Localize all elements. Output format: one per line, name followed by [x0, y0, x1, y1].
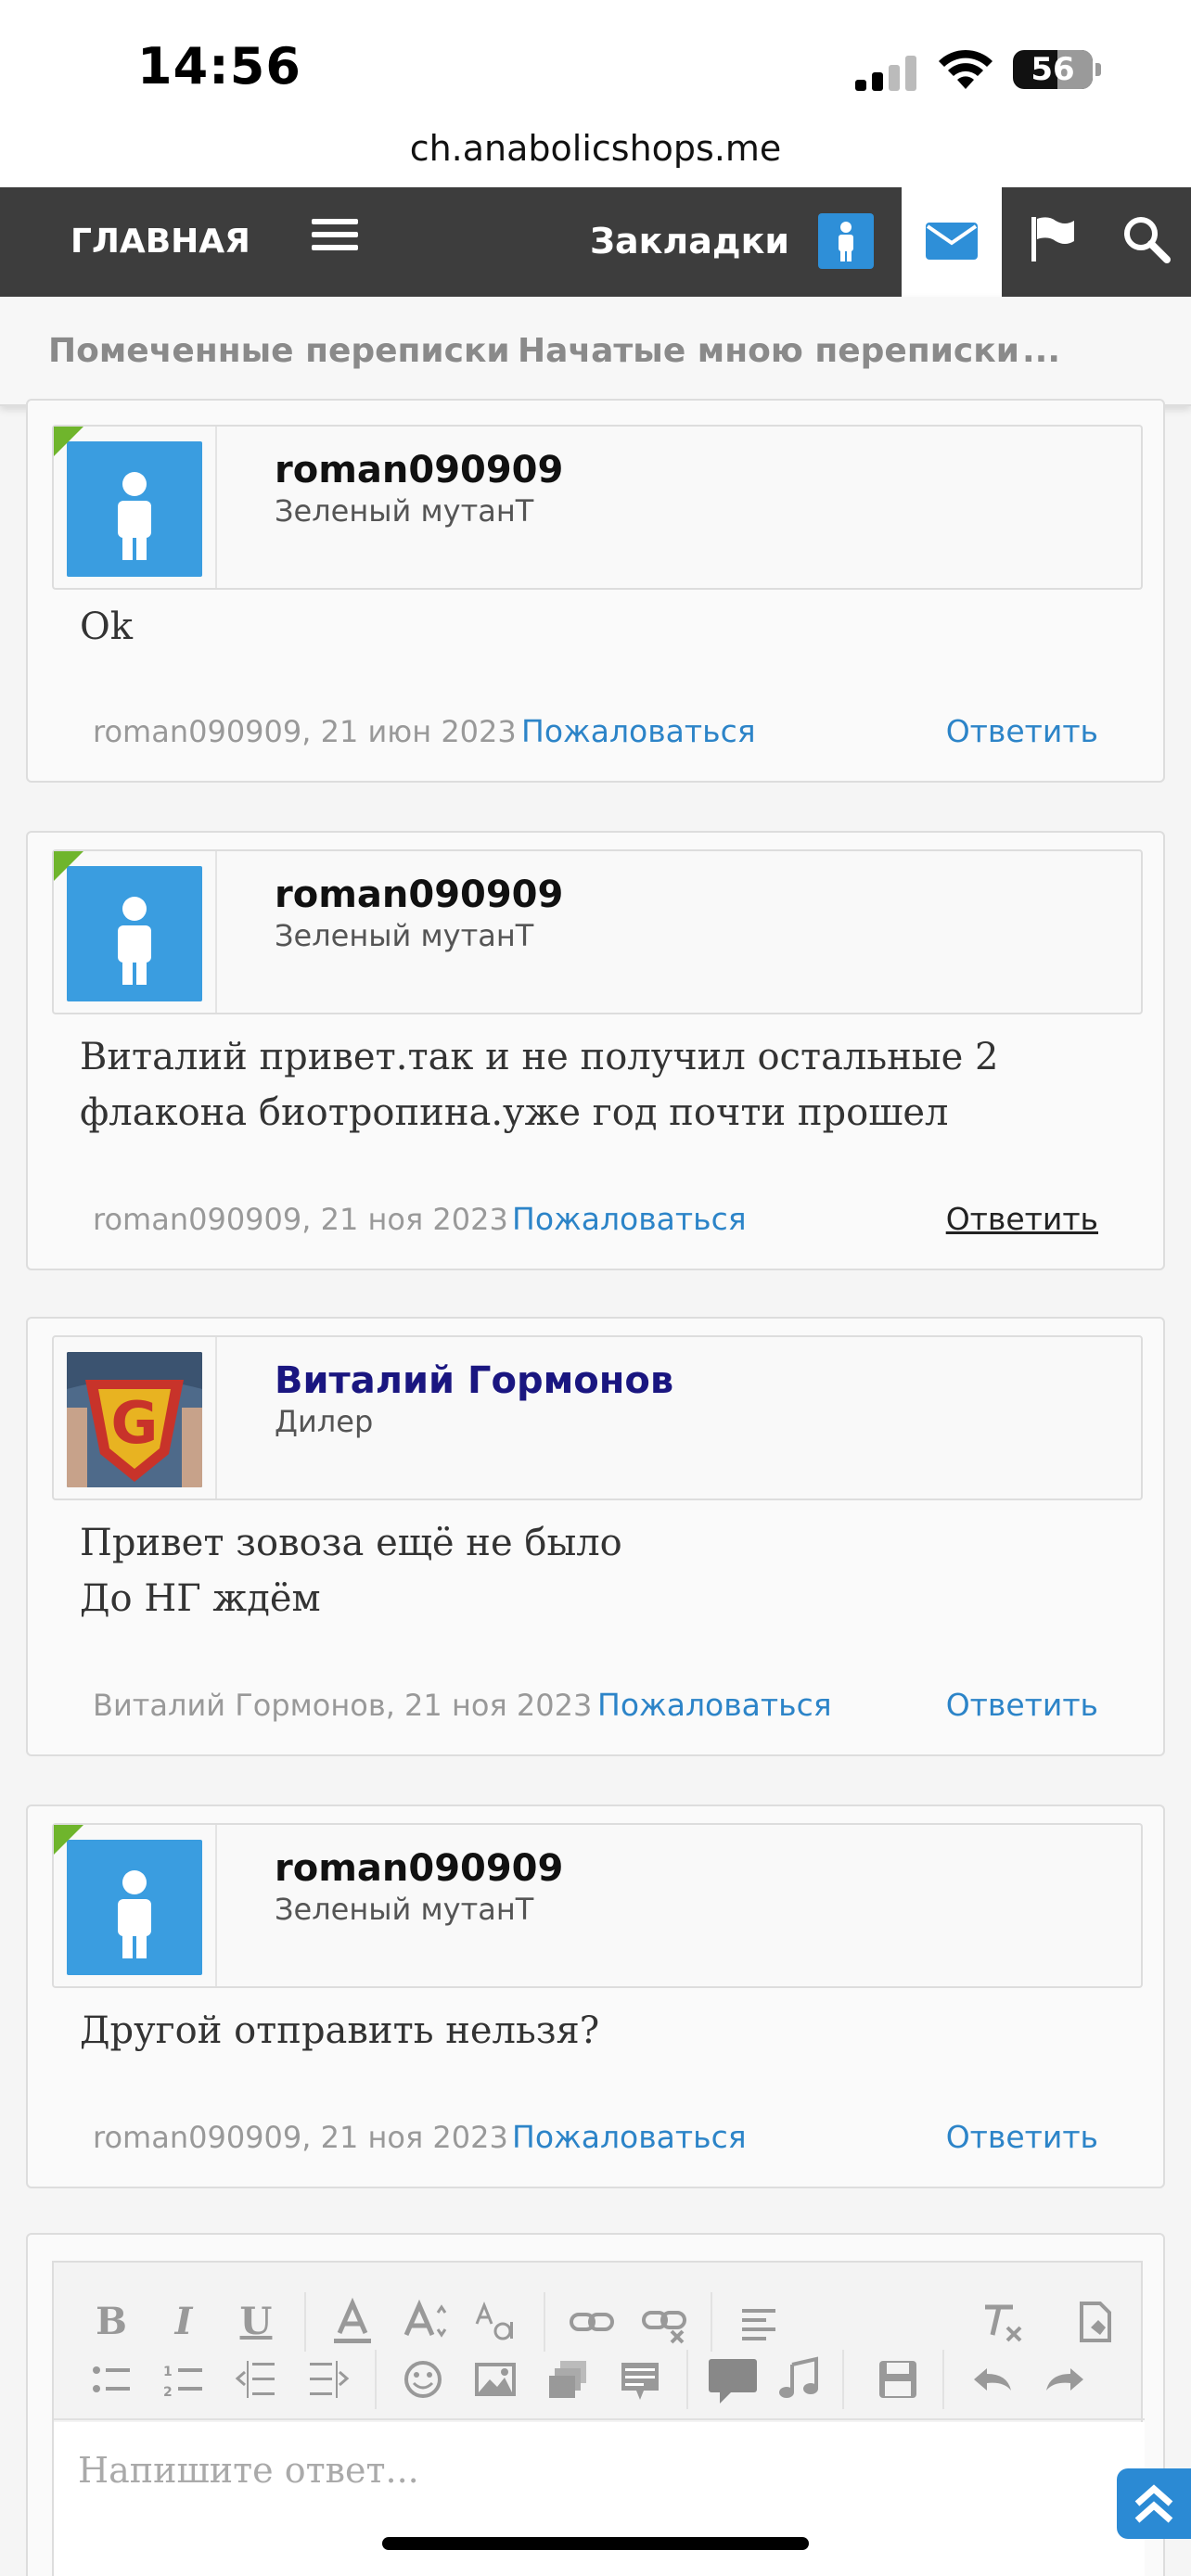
- scroll-to-top-button[interactable]: [1117, 2468, 1191, 2539]
- font-color-icon[interactable]: [323, 2292, 382, 2352]
- message-text: Ok: [80, 606, 134, 648]
- smilie-icon[interactable]: [393, 2350, 453, 2409]
- message-text: Виталий привет.так и не получил остальны…: [80, 1036, 999, 1134]
- message-meta[interactable]: roman090909, 21 ноя 2023: [93, 1202, 508, 1237]
- avatar[interactable]: [67, 866, 202, 1001]
- reply-textarea[interactable]: Напишите ответ...: [54, 2422, 1145, 2576]
- svg-text:G: G: [111, 1389, 159, 1457]
- indent-icon[interactable]: [299, 2350, 358, 2409]
- nav-home-link[interactable]: ГЛАВНАЯ: [70, 223, 250, 261]
- editor-frame: B I U 12 Напишите ответ...: [52, 2261, 1145, 2576]
- top-nav: ГЛАВНАЯ Закладки: [0, 187, 1191, 297]
- message-meta[interactable]: roman090909, 21 ноя 2023: [93, 2120, 508, 2155]
- flag-icon[interactable]: [1028, 215, 1076, 263]
- report-link[interactable]: Пожаловаться: [521, 713, 756, 749]
- user-title: Зеленый мутанТ: [275, 918, 534, 953]
- report-link[interactable]: Пожаловаться: [597, 1687, 832, 1723]
- username[interactable]: roman090909: [275, 1847, 563, 1890]
- media-icon[interactable]: [538, 2350, 597, 2409]
- message-meta[interactable]: Виталий Гормонов, 21 ноя 2023: [93, 1688, 592, 1723]
- message-meta[interactable]: roman090909, 21 июн 2023: [93, 714, 517, 749]
- font-family-icon[interactable]: [467, 2292, 527, 2352]
- message: roman090909 Зеленый мутанТ Виталий приве…: [26, 831, 1165, 1270]
- message-text: Привет зовоза ещё не было До НГ ждём: [80, 1522, 622, 1620]
- message: G Виталий Гормонов Дилер Привет зовоза е…: [26, 1317, 1165, 1756]
- outdent-icon[interactable]: [226, 2350, 286, 2409]
- speech-bubble-icon[interactable]: [703, 2350, 762, 2409]
- svg-text:2: 2: [163, 2385, 173, 2400]
- subnav-starred[interactable]: Помеченные переписки: [48, 332, 510, 370]
- status-time: 14:56: [137, 37, 301, 96]
- message-text: Другой отправить нельзя?: [80, 2009, 600, 2052]
- message-author-block: roman090909 Зеленый мутанТ: [52, 425, 1143, 590]
- online-indicator: [54, 1825, 83, 1855]
- battery-icon: 56: [1013, 50, 1093, 89]
- avatar[interactable]: [67, 1840, 202, 1975]
- conversations-subnav: Помеченные переписки Начатые мною перепи…: [0, 297, 1191, 406]
- link-icon[interactable]: [562, 2292, 621, 2352]
- underline-button[interactable]: U: [226, 2292, 286, 2352]
- online-indicator: [54, 427, 83, 456]
- user-title: Зеленый мутанТ: [275, 1892, 534, 1927]
- username[interactable]: roman090909: [275, 449, 563, 491]
- message: roman090909 Зеленый мутанТ Другой отправ…: [26, 1804, 1165, 2188]
- cellular-signal-icon: [855, 56, 916, 91]
- bullet-list-icon[interactable]: [82, 2350, 141, 2409]
- save-draft-icon[interactable]: [868, 2350, 928, 2409]
- image-icon[interactable]: [466, 2350, 525, 2409]
- double-chevron-up-icon: [1134, 2484, 1173, 2523]
- search-icon[interactable]: [1121, 213, 1172, 265]
- report-link[interactable]: Пожаловаться: [512, 2119, 747, 2155]
- user-title: Дилер: [275, 1404, 374, 1439]
- report-link[interactable]: Пожаловаться: [512, 1201, 747, 1237]
- reply-link[interactable]: Ответить: [946, 2119, 1098, 2155]
- battery-tip: [1095, 63, 1101, 76]
- username[interactable]: roman090909: [275, 874, 563, 916]
- online-indicator: [54, 851, 83, 881]
- undo-icon[interactable]: [963, 2350, 1022, 2409]
- reply-editor: B I U 12 Напишите ответ...: [26, 2233, 1165, 2576]
- italic-button[interactable]: I: [154, 2292, 213, 2352]
- nav-bookmarks-link[interactable]: Закладки: [590, 221, 789, 261]
- menu-icon[interactable]: [312, 219, 358, 256]
- reply-link[interactable]: Ответить: [946, 1687, 1098, 1723]
- envelope-icon: [926, 223, 978, 260]
- svg-text:1: 1: [163, 2365, 173, 2379]
- user-account-icon[interactable]: [818, 213, 874, 269]
- url-text: ch.anabolicshops.me: [409, 128, 782, 169]
- remove-format-icon[interactable]: [972, 2292, 1031, 2352]
- message: roman090909 Зеленый мутанТ Ok roman09090…: [26, 399, 1165, 783]
- reply-link[interactable]: Ответить: [946, 1201, 1098, 1237]
- message-author-block: roman090909 Зеленый мутанТ: [52, 1823, 1143, 1988]
- home-indicator[interactable]: [382, 2537, 809, 2550]
- avatar[interactable]: [67, 441, 202, 577]
- redo-icon[interactable]: [1035, 2350, 1095, 2409]
- align-icon[interactable]: [729, 2292, 788, 2352]
- message-author-block: G Виталий Гормонов Дилер: [52, 1335, 1143, 1500]
- subnav-more[interactable]: ...: [1022, 332, 1060, 370]
- reply-placeholder: Напишите ответ...: [78, 2450, 419, 2491]
- numbered-list-icon[interactable]: 12: [154, 2350, 213, 2409]
- avatar[interactable]: G: [67, 1352, 202, 1487]
- status-bar: 14:56 56: [0, 0, 1191, 121]
- user-title: Зеленый мутанТ: [275, 493, 534, 529]
- music-icon[interactable]: [768, 2350, 827, 2409]
- address-bar[interactable]: ch.anabolicshops.me: [0, 121, 1191, 187]
- reply-link[interactable]: Ответить: [946, 713, 1098, 749]
- unlink-icon[interactable]: [634, 2292, 694, 2352]
- wifi-icon: [939, 49, 992, 89]
- bold-button[interactable]: B: [82, 2292, 141, 2352]
- quote-icon[interactable]: [610, 2350, 670, 2409]
- inbox-tab[interactable]: [902, 187, 1002, 297]
- subnav-started-by-me[interactable]: Начатые мною переписки: [518, 332, 1019, 370]
- source-mode-icon[interactable]: [1065, 2292, 1124, 2352]
- username[interactable]: Виталий Гормонов: [275, 1359, 673, 1402]
- font-size-icon[interactable]: [395, 2292, 455, 2352]
- battery-percent: 56: [1031, 51, 1075, 88]
- message-author-block: roman090909 Зеленый мутанТ: [52, 849, 1143, 1014]
